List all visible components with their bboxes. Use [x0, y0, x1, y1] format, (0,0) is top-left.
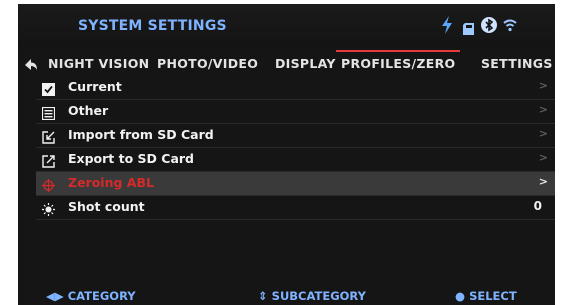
list-item-shot-count[interactable]: Shot count 0: [36, 196, 555, 220]
list-item-label: Zeroing ABL: [68, 175, 154, 190]
tab-photo-video[interactable]: PHOTO/VIDEO: [157, 52, 258, 76]
hint-category: ◀▶ CATEGORY: [46, 289, 136, 303]
back-arrow-icon[interactable]: [24, 57, 38, 71]
up-down-arrows-icon: ⇕: [258, 289, 268, 303]
left-right-arrows-icon: ◀▶: [46, 289, 64, 303]
checkbox-icon: [42, 81, 55, 96]
tab-profiles-zero[interactable]: PROFILES/ZERO: [336, 50, 461, 76]
list-item-current[interactable]: Current >: [36, 76, 555, 100]
select-dot-icon: ●: [455, 289, 466, 303]
shot-icon: [42, 201, 55, 216]
hint-subcategory-label: SUBCATEGORY: [271, 289, 366, 303]
wifi-icon: [503, 17, 517, 36]
list-item-export-sd[interactable]: Export to SD Card >: [36, 148, 555, 172]
list-item-other[interactable]: Other >: [36, 100, 555, 124]
bluetooth-icon: [481, 17, 497, 37]
list-item-label: Other: [68, 103, 109, 118]
import-icon: [42, 129, 55, 144]
page-title: SYSTEM SETTINGS: [78, 18, 227, 34]
list-item-label: Current: [68, 79, 122, 94]
list-icon: [41, 105, 56, 121]
status-icons: [433, 16, 533, 37]
hint-subcategory: ⇕ SUBCATEGORY: [258, 289, 366, 303]
list-item-zeroing-abl[interactable]: Zeroing ABL >: [36, 172, 555, 196]
tab-bar: NIGHT VISION PHOTO/VIDEO DISPLAY PROFILE…: [18, 50, 555, 76]
chevron-right-icon: >: [538, 175, 548, 188]
tab-display[interactable]: DISPLAY: [275, 52, 336, 76]
title-bar: SYSTEM SETTINGS: [18, 4, 555, 46]
tab-settings[interactable]: SETTINGS: [481, 52, 553, 76]
list-item-label: Shot count: [68, 199, 145, 214]
crosshair-icon: [42, 177, 55, 192]
hint-select-label: SELECT: [469, 289, 517, 303]
footer-hints: ◀▶ CATEGORY ⇕ SUBCATEGORY ● SELECT: [18, 286, 555, 304]
export-icon: [42, 153, 55, 168]
device-screen: SYSTEM SETTINGS NIGHT VISION PHOTO/VIDEO…: [18, 4, 555, 305]
list-item-import-sd[interactable]: Import from SD Card >: [36, 124, 555, 148]
shot-count-value: 0: [533, 199, 542, 213]
chevron-right-icon: >: [538, 103, 548, 116]
tab-night-vision[interactable]: NIGHT VISION: [48, 52, 149, 76]
chevron-right-icon: >: [538, 127, 548, 140]
list-item-label: Export to SD Card: [68, 151, 194, 166]
lightning-icon: [441, 16, 453, 38]
sd-card-icon: [463, 20, 474, 39]
hint-select: ● SELECT: [455, 289, 517, 303]
hint-category-label: CATEGORY: [67, 289, 136, 303]
chevron-right-icon: >: [538, 79, 548, 92]
chevron-right-icon: >: [538, 151, 548, 164]
list-item-label: Import from SD Card: [68, 127, 214, 142]
